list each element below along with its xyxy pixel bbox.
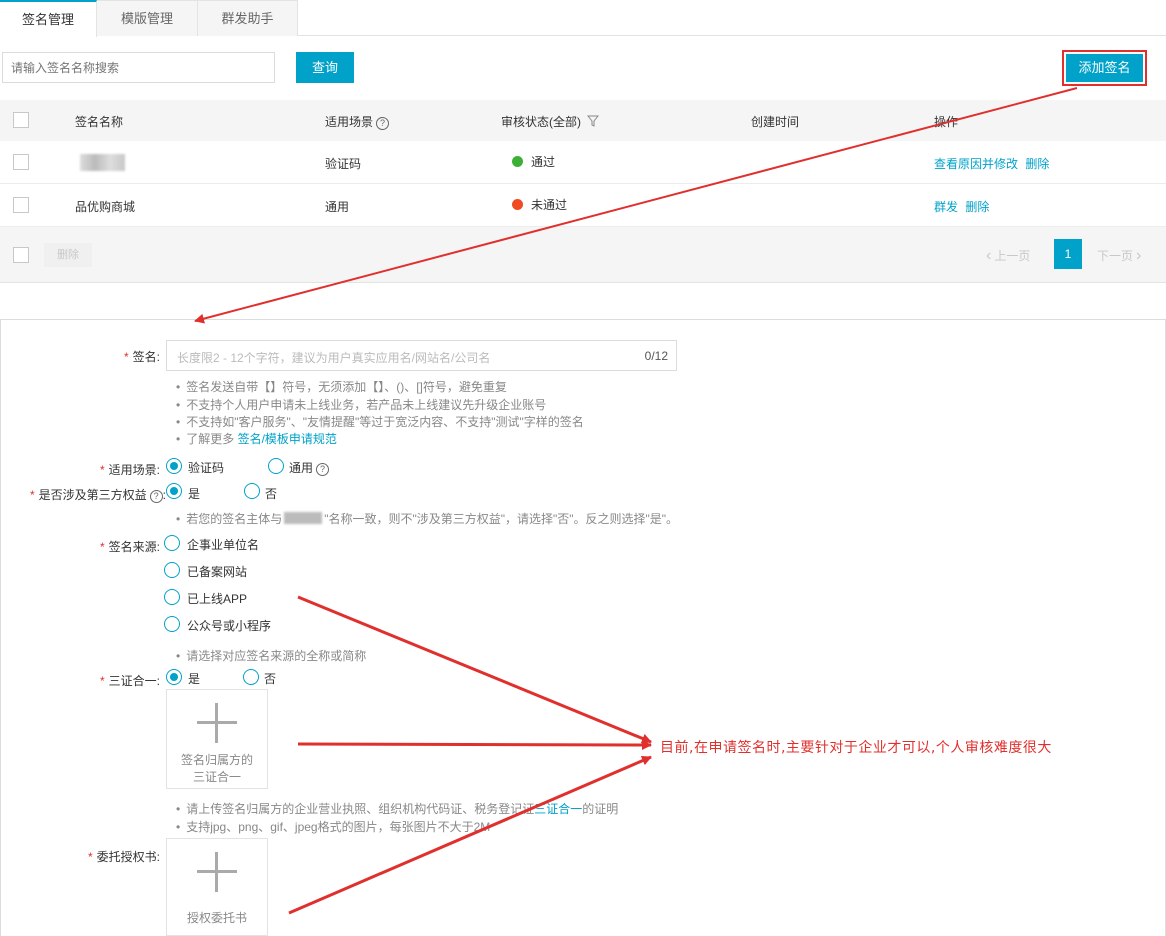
scene-label: * 适用场景: bbox=[99, 463, 160, 477]
column-actions: 操作 bbox=[934, 115, 959, 129]
add-signature-highlight: 添加签名 bbox=[1062, 50, 1147, 86]
help-icon[interactable]: ? bbox=[316, 463, 330, 476]
select-all-checkbox[interactable] bbox=[13, 112, 29, 128]
row-status: 未通过 bbox=[512, 196, 567, 213]
auth-label: * 委托授权书: bbox=[87, 850, 160, 864]
help-icon[interactable]: ? bbox=[376, 117, 390, 130]
source-option: 已备案网站 bbox=[187, 565, 248, 579]
scene-option-verify: 验证码 bbox=[188, 461, 225, 475]
row-name: 品优购商城 bbox=[75, 200, 136, 214]
signature-name-input[interactable]: 长度限2 - 12个字符，建议为用户真实应用名/网站名/公司名 0/12 bbox=[166, 340, 677, 371]
row-actions: 群发 删除 bbox=[934, 198, 989, 215]
prev-page-button[interactable]: ‹ 上一页 bbox=[986, 243, 1030, 269]
source-option: 公众号或小程序 bbox=[187, 619, 272, 633]
license-option-yes: 是 bbox=[188, 672, 201, 686]
row-checkbox[interactable] bbox=[13, 154, 29, 170]
row-scene: 通用 bbox=[325, 200, 350, 214]
column-created: 创建时间 bbox=[751, 115, 800, 129]
third-party-radio-no[interactable] bbox=[244, 483, 260, 499]
source-label: * 签名来源: bbox=[99, 540, 160, 554]
scene-radio-verify[interactable] bbox=[166, 458, 182, 474]
delete-link[interactable]: 删除 bbox=[965, 200, 989, 214]
filter-icon[interactable] bbox=[587, 115, 600, 127]
sign-hint: 不支持个人用户申请未上线业务，若产品未上线建议先升级企业账号 bbox=[176, 397, 546, 414]
chevron-right-icon: › bbox=[1136, 247, 1142, 264]
source-radio-miniprogram[interactable] bbox=[164, 616, 180, 632]
row-scene: 验证码 bbox=[325, 157, 362, 171]
license-label: * 三证合一: bbox=[99, 674, 160, 688]
row-status: 通过 bbox=[512, 153, 555, 170]
third-party-radio-yes[interactable] bbox=[166, 483, 182, 499]
sign-hint: 了解更多 签名/模板申请规范 bbox=[176, 431, 337, 448]
tab-template-management[interactable]: 模版管理 bbox=[97, 0, 198, 36]
tab-bar: 签名管理 模版管理 群发助手 bbox=[0, 0, 1166, 37]
batch-delete-button[interactable]: 删除 bbox=[44, 243, 92, 267]
view-reason-link[interactable]: 查看原因并修改 bbox=[934, 157, 1018, 171]
column-name: 签名名称 bbox=[75, 115, 124, 129]
sign-hint: 签名发送自带【】符号，无须添加【】、()、[]符号，避免重复 bbox=[176, 379, 507, 396]
scene-option-general: 通用? bbox=[289, 459, 330, 476]
source-radio-company[interactable] bbox=[164, 535, 180, 551]
table-header: 签名名称 适用场景? 审核状态(全部) 创建时间 操作 bbox=[0, 100, 1166, 141]
search-input[interactable] bbox=[2, 52, 275, 83]
sign-hint: 不支持如"客户服务"、"友情提醒"等过于宽泛内容、不支持"测试"字样的签名 bbox=[176, 414, 584, 431]
status-dot-icon bbox=[512, 156, 523, 167]
next-page-button[interactable]: 下一页 › bbox=[1097, 243, 1141, 269]
source-radio-website[interactable] bbox=[164, 562, 180, 578]
third-party-label: * 是否涉及第三方权益?: bbox=[29, 488, 166, 503]
current-page[interactable]: 1 bbox=[1054, 239, 1082, 269]
third-party-option-no: 否 bbox=[265, 487, 278, 501]
license-option-no: 否 bbox=[264, 672, 277, 686]
source-option: 企事业单位名 bbox=[187, 538, 260, 552]
sign-label: * 签名: bbox=[123, 350, 160, 364]
license-hint: 请上传签名归属方的企业营业执照、组织机构代码证、税务登记证三证合一的证明 bbox=[176, 801, 618, 818]
table-row: 品优购商城 通用 未通过 群发 删除 bbox=[0, 184, 1166, 227]
source-hint: 请选择对应签名来源的全称或简称 bbox=[176, 648, 366, 665]
spec-link[interactable]: 签名/模板申请规范 bbox=[238, 432, 337, 446]
third-party-hint: 若您的签名主体与"名称一致，则不"涉及第三方权益"，请选择"否"。反之则选择"是… bbox=[176, 511, 678, 528]
scene-radio-general[interactable] bbox=[268, 458, 284, 474]
add-signature-button[interactable]: 添加签名 bbox=[1066, 54, 1143, 82]
column-status[interactable]: 审核状态(全部) bbox=[501, 113, 600, 130]
license-upload[interactable]: 签名归属方的 三证合一 bbox=[166, 689, 268, 789]
char-count: 0/12 bbox=[644, 349, 668, 363]
blurred-text bbox=[284, 512, 323, 524]
license-radio-yes[interactable] bbox=[166, 669, 182, 685]
help-icon[interactable]: ? bbox=[149, 490, 163, 503]
chevron-left-icon: ‹ bbox=[986, 247, 992, 264]
source-option: 已上线APP bbox=[187, 592, 248, 606]
status-dot-icon bbox=[512, 199, 523, 210]
query-button[interactable]: 查询 bbox=[296, 52, 354, 83]
auth-upload[interactable]: 授权委托书 bbox=[166, 838, 268, 936]
license-radio-no[interactable] bbox=[243, 669, 259, 685]
format-hint: 支持jpg、png、gif、jpeg格式的图片，每张图片不大于2M bbox=[176, 819, 490, 836]
row-checkbox[interactable] bbox=[13, 197, 29, 213]
delete-link[interactable]: 删除 bbox=[1025, 157, 1049, 171]
blurred-name bbox=[80, 154, 125, 171]
column-scene: 适用场景? bbox=[325, 113, 390, 130]
third-party-option-yes: 是 bbox=[188, 487, 201, 501]
annotation-text: 目前,在申请签名时,主要针对于企业才可以,个人审核难度很大 bbox=[660, 740, 1052, 756]
table-row: 验证码 通过 查看原因并修改 删除 bbox=[0, 141, 1166, 184]
tab-signature-management[interactable]: 签名管理 bbox=[0, 0, 97, 37]
source-radio-app[interactable] bbox=[164, 589, 180, 605]
footer-select-all-checkbox[interactable] bbox=[13, 247, 29, 263]
mass-send-link[interactable]: 群发 bbox=[934, 200, 958, 214]
row-actions: 查看原因并修改 删除 bbox=[934, 155, 1049, 172]
table-footer: 删除 ‹ 上一页 1 下一页 › bbox=[0, 227, 1166, 283]
tab-mass-send-assistant[interactable]: 群发助手 bbox=[198, 0, 298, 36]
